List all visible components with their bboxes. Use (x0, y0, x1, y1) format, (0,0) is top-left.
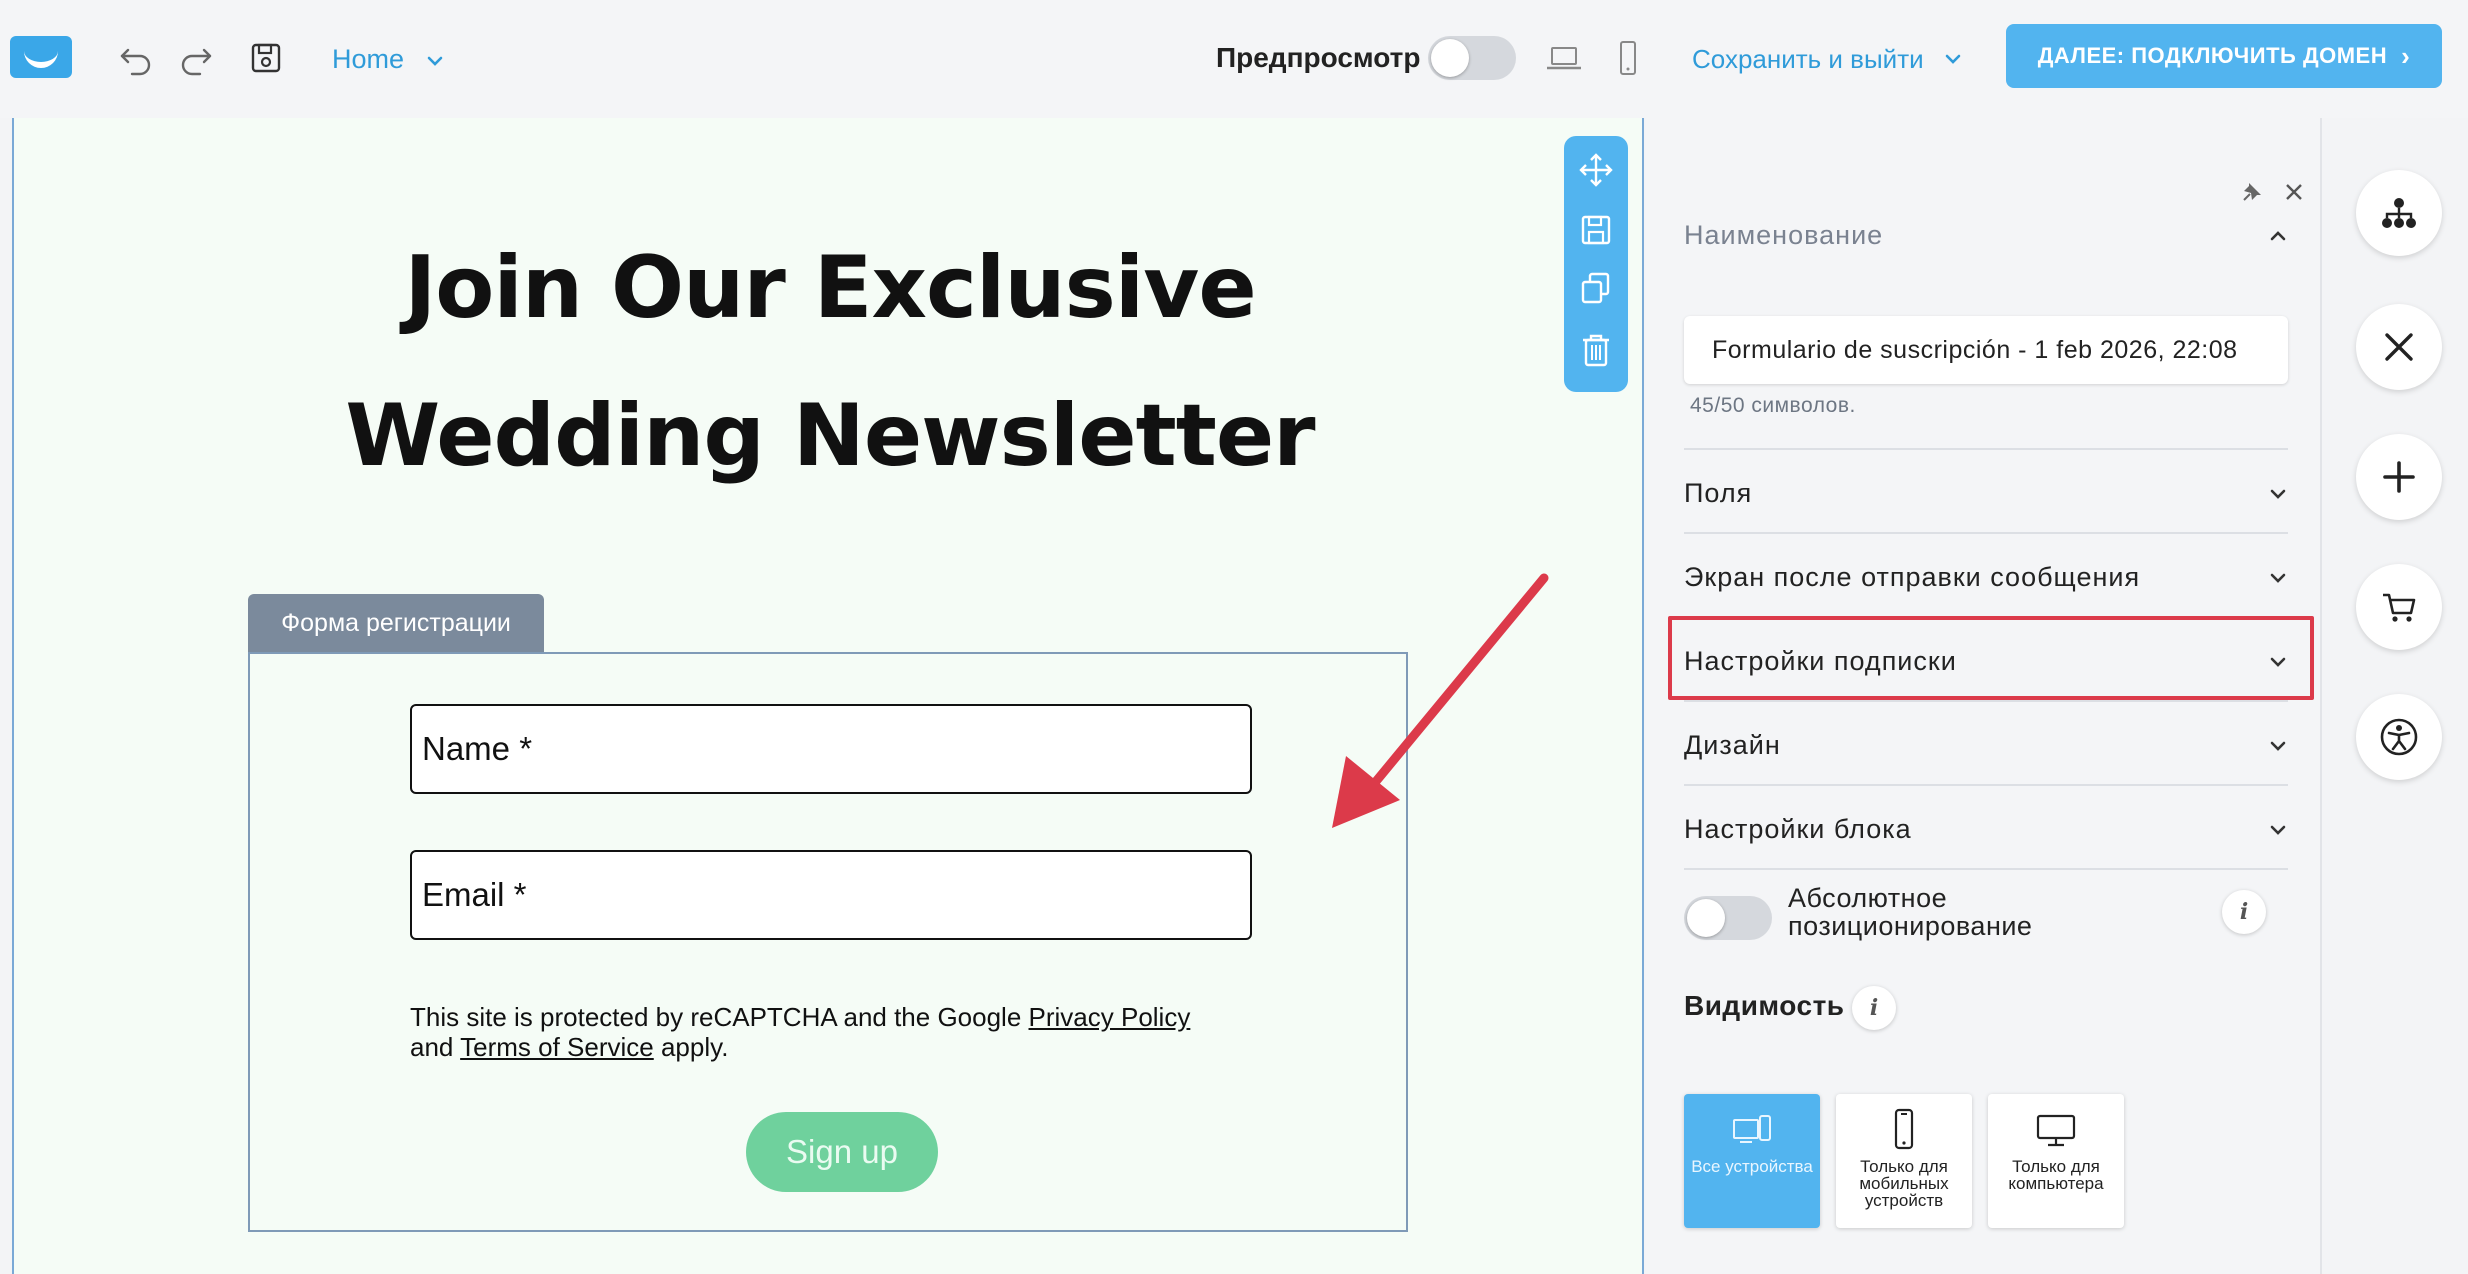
save-block-icon[interactable] (1578, 212, 1614, 248)
registration-form[interactable]: Name * Email * This site is protected by… (248, 652, 1408, 1232)
legal-suffix: apply. (653, 1032, 729, 1062)
email-field[interactable]: Email * (410, 850, 1252, 940)
name-section-title[interactable]: Наименование (1684, 220, 1883, 251)
absolute-positioning-toggle[interactable] (1684, 896, 1772, 940)
chevron-down-icon[interactable] (424, 50, 446, 72)
plus-icon (2383, 461, 2415, 493)
undo-icon[interactable] (116, 38, 156, 78)
chevron-up-icon[interactable] (2268, 226, 2288, 246)
legal-and: and (410, 1032, 461, 1062)
divider (1684, 868, 2288, 870)
section-design[interactable]: Дизайн (1684, 730, 1781, 761)
signup-button[interactable]: Sign up (746, 1112, 938, 1192)
form-tab[interactable]: Форма регистрации (248, 594, 544, 652)
settings-panel: Наименование Formulario de suscripción -… (1646, 118, 2322, 1274)
info-icon[interactable]: i (2222, 890, 2266, 934)
toggle-knob (1687, 899, 1725, 937)
mobile-icon[interactable] (1608, 38, 1648, 78)
remove-button[interactable] (2356, 304, 2442, 390)
visibility-option-label: Все устройства (1691, 1157, 1813, 1176)
sitemap-button[interactable] (2356, 170, 2442, 256)
info-icon[interactable]: i (1852, 986, 1896, 1030)
toggle-knob (1431, 39, 1469, 77)
add-element-button[interactable] (2356, 434, 2442, 520)
terms-link[interactable]: Terms of Service (460, 1032, 654, 1062)
pin-icon[interactable] (2240, 180, 2264, 204)
mobile-icon (1894, 1108, 1914, 1150)
sitemap-icon (2382, 198, 2416, 228)
headline-line-1[interactable]: Join Our Exclusive (14, 238, 1646, 338)
move-icon[interactable] (1578, 152, 1614, 188)
all-devices-icon (1733, 1115, 1771, 1143)
divider (1684, 448, 2288, 450)
divider (1684, 784, 2288, 786)
desktop-icon (2036, 1114, 2076, 1147)
save-icon[interactable] (246, 38, 286, 78)
close-icon (2385, 333, 2413, 361)
visibility-option-label: Только для компьютера (2008, 1157, 2104, 1193)
chevron-right-icon: › (2401, 40, 2411, 71)
next-connect-domain-button[interactable]: ДАЛЕЕ: ПОДКЛЮЧИТЬ ДОМЕН › (2006, 24, 2442, 88)
chevron-down-icon[interactable] (2268, 736, 2288, 756)
cart-icon (2383, 593, 2416, 622)
recaptcha-notice: This site is protected by reCAPTCHA and … (410, 1002, 1270, 1062)
annotation-arrow-icon (1332, 573, 1549, 828)
accessibility-button[interactable] (2356, 694, 2442, 780)
next-button-label: ДАЛЕЕ: ПОДКЛЮЧИТЬ ДОМЕН (2037, 43, 2388, 68)
chevron-down-icon[interactable] (2268, 820, 2288, 840)
chevron-down-icon[interactable] (2268, 484, 2288, 504)
duplicate-icon[interactable] (1578, 270, 1614, 306)
visibility-desktop-only[interactable]: Только для компьютера (1988, 1094, 2124, 1228)
headline-line-2[interactable]: Wedding Newsletter (14, 386, 1646, 486)
divider (1684, 532, 2288, 534)
name-field[interactable]: Name * (410, 704, 1252, 794)
privacy-policy-link[interactable]: Privacy Policy (1029, 1002, 1191, 1032)
visibility-option-label: Только для мобильных устройств (1859, 1157, 1949, 1210)
laptop-icon[interactable] (1544, 38, 1584, 78)
top-bar: Home Предпросмотр Сохранить и выйти ДАЛЕ… (0, 0, 2468, 118)
block-toolbar (1564, 136, 1628, 392)
section-thank-you-screen[interactable]: Экран после отправки сообщения (1684, 562, 2140, 593)
visibility-mobile-only[interactable]: Только для мобильных устройств (1836, 1094, 1972, 1228)
chevron-down-icon[interactable] (1942, 48, 1964, 70)
redo-icon[interactable] (176, 38, 216, 78)
legal-prefix: This site is protected by reCAPTCHA and … (410, 1002, 1029, 1032)
char-count: 45/50 символов. (1690, 394, 1856, 417)
chevron-down-icon[interactable] (2268, 568, 2288, 588)
absolute-positioning-label: Абсолютное позиционирование (1788, 883, 2033, 941)
trash-icon[interactable] (1578, 332, 1614, 368)
section-fields[interactable]: Поля (1684, 478, 1752, 509)
save-exit-button[interactable]: Сохранить и выйти (1692, 44, 1924, 75)
form-name-input[interactable]: Formulario de suscripción - 1 feb 2026, … (1684, 316, 2288, 384)
logo[interactable] (10, 36, 72, 78)
visibility-all-devices[interactable]: Все устройства (1684, 1094, 1820, 1228)
highlight-box (1668, 616, 2314, 700)
preview-label: Предпросмотр (1216, 42, 1421, 73)
section-block-settings[interactable]: Настройки блока (1684, 814, 1912, 845)
page-selector[interactable]: Home (332, 44, 404, 75)
accessibility-icon (2380, 718, 2418, 756)
preview-toggle[interactable] (1428, 36, 1516, 80)
editor-canvas[interactable]: Join Our Exclusive Wedding Newsletter Фо… (12, 118, 1644, 1274)
close-panel-icon[interactable] (2282, 180, 2306, 204)
visibility-label: Видимость (1684, 990, 1845, 1021)
divider (1684, 700, 2288, 702)
ecommerce-button[interactable] (2356, 564, 2442, 650)
